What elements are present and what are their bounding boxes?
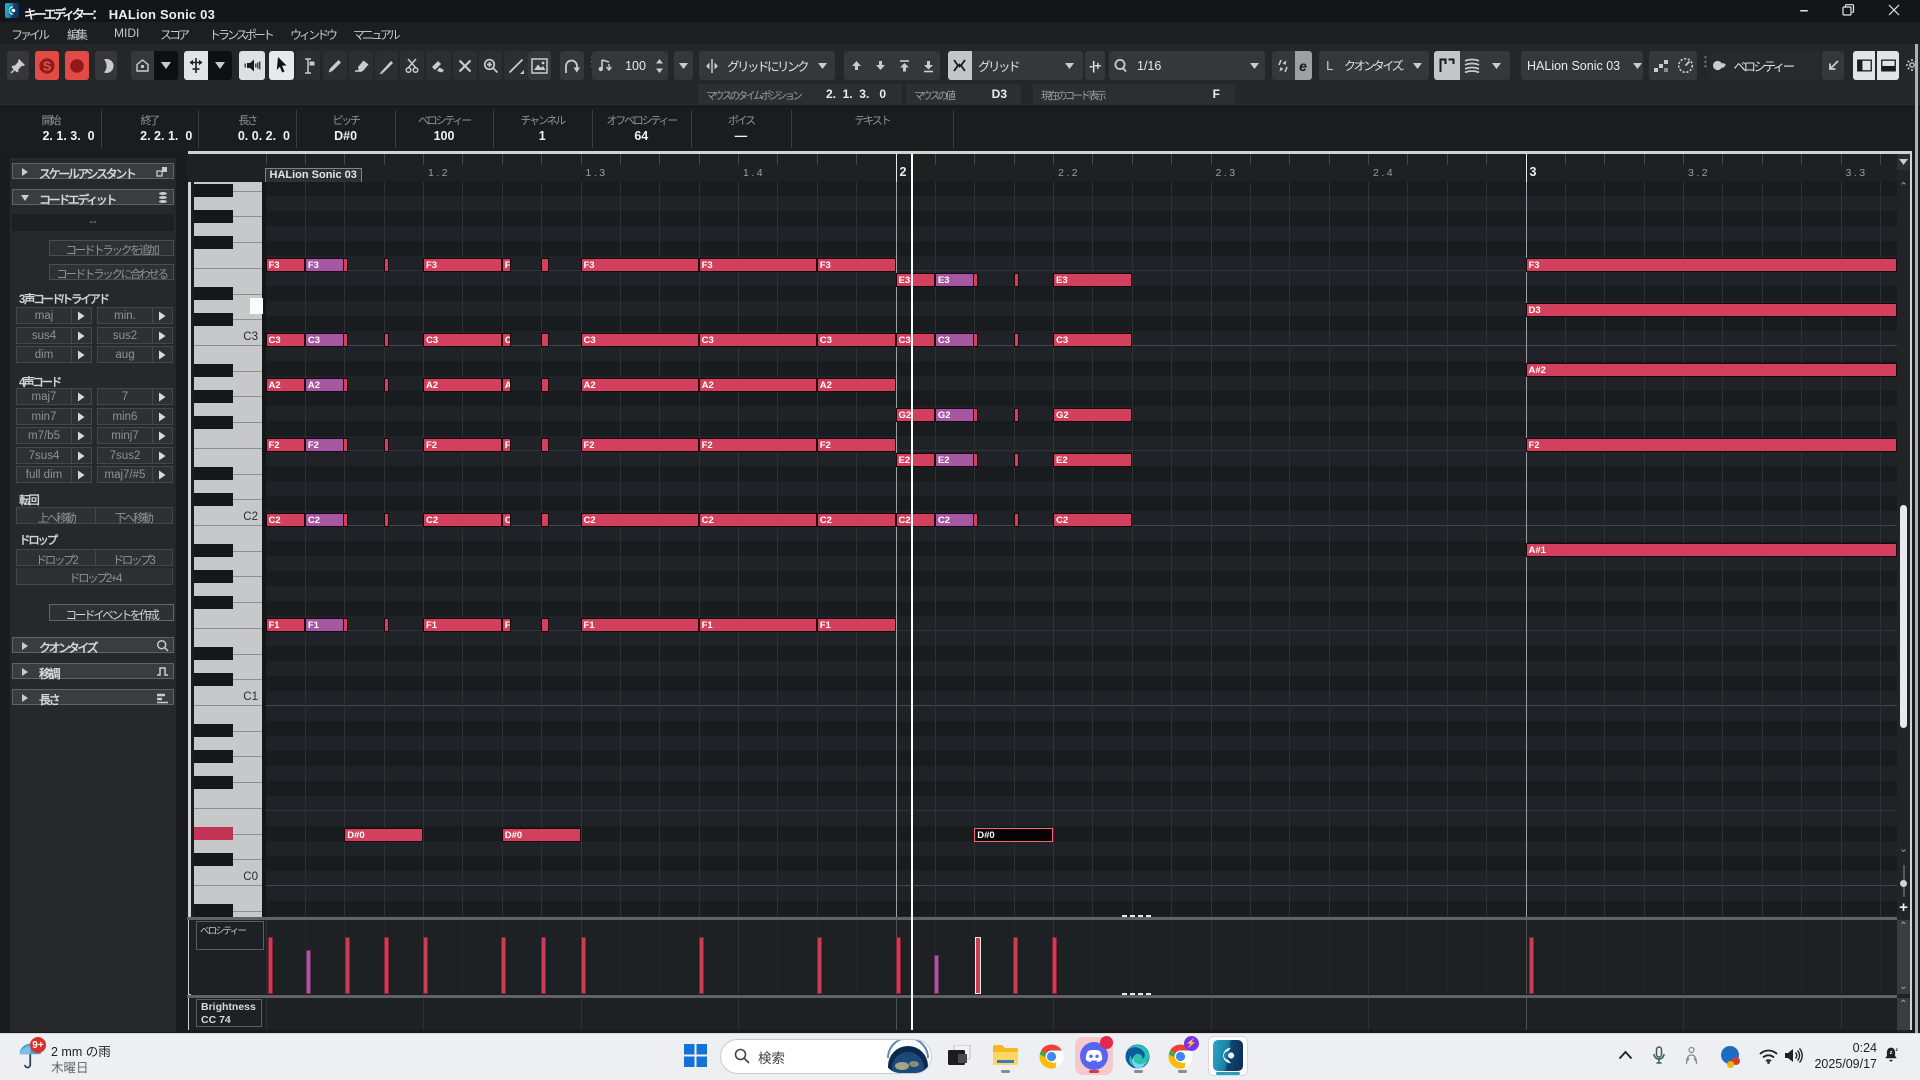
svg-text:z: z (1896, 1048, 1899, 1053)
svg-text:z: z (1890, 1050, 1893, 1056)
svg-text:S: S (43, 59, 51, 73)
